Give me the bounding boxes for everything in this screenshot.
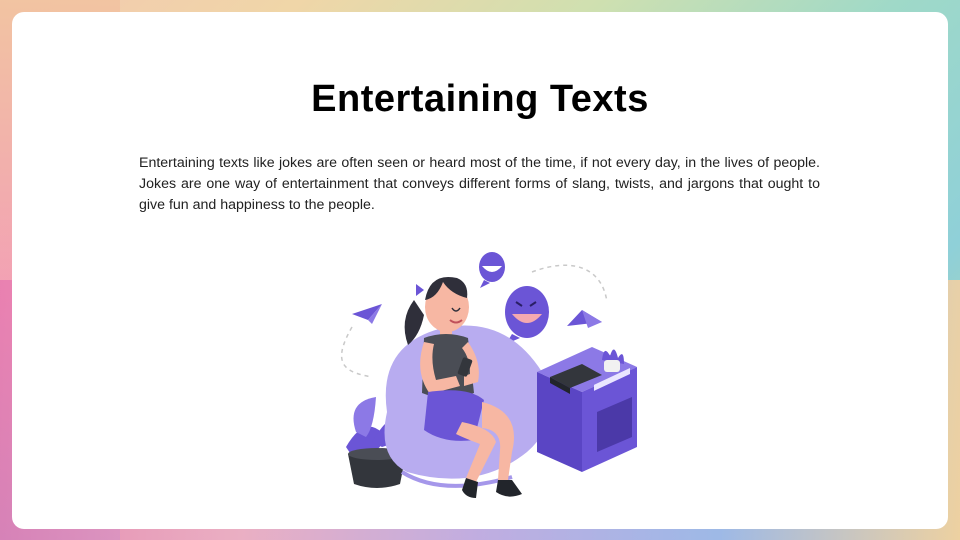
side-table [537,347,637,472]
slide-card: Entertaining Texts Entertaining texts li… [12,12,948,529]
slide-title: Entertaining Texts [311,78,649,120]
illustration-woman-laughing-phone [341,252,637,498]
paper-plane-icon-left [352,304,382,324]
laughing-face-bubble-icon-small [479,252,505,288]
paper-plane-icon-right [567,310,602,328]
laughing-face-bubble-icon-large [505,286,549,344]
slide-body-text: Entertaining texts like jokes are often … [139,155,820,213]
